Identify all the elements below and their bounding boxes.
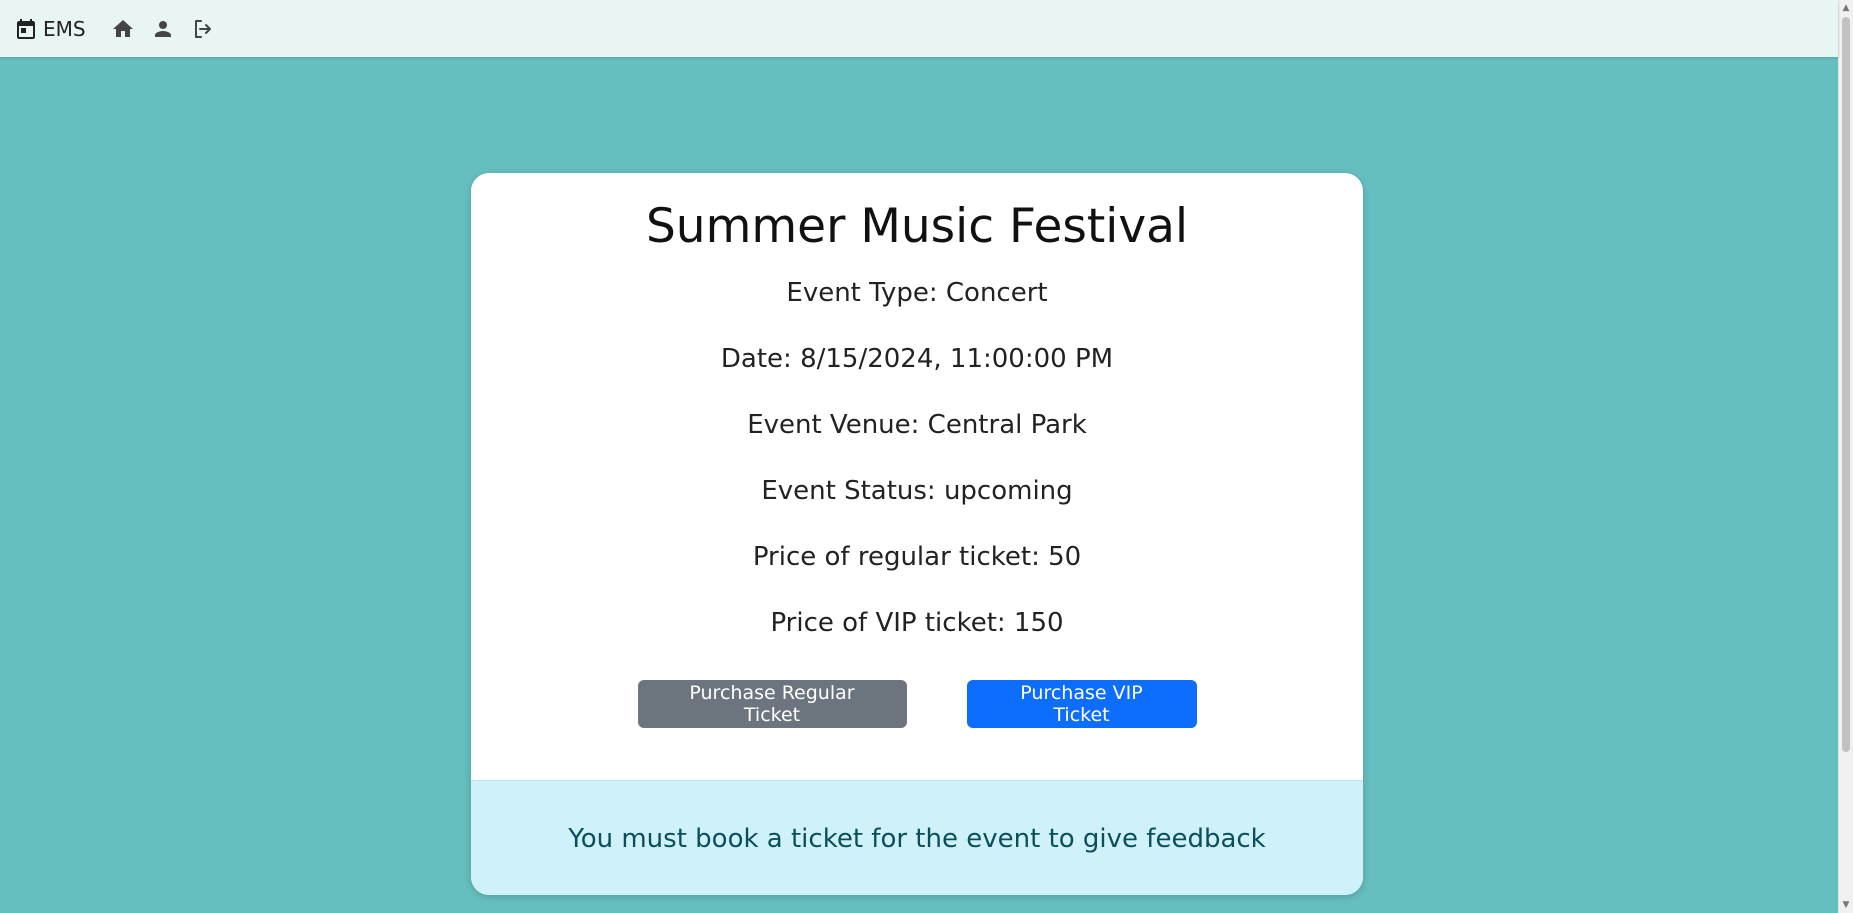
- logout-icon: [194, 19, 211, 38]
- event-venue: Event Venue: Central Park: [747, 410, 1087, 441]
- home-icon: [112, 19, 133, 37]
- event-title: Summer Music Festival: [645, 199, 1189, 254]
- event-card: Summer Music Festival Event Type: Concer…: [471, 173, 1363, 895]
- event-status: Event Status: upcoming: [761, 476, 1073, 507]
- purchase-vip-ticket-button[interactable]: Purchase VIP Ticket: [966, 680, 1197, 729]
- event-type: Event Type: Concert: [786, 278, 1048, 309]
- feedback-message: You must book a ticket for the event to …: [568, 823, 1266, 854]
- navbar: EMS: [0, 0, 1838, 57]
- purchase-actions: Purchase Regular Ticket Purchase VIP Tic…: [471, 680, 1363, 729]
- regular-ticket-price: Price of regular ticket: 50: [752, 542, 1082, 573]
- scrollbar-thumb[interactable]: [1842, 17, 1850, 752]
- event-date: Date: 8/15/2024, 11:00:00 PM: [720, 344, 1114, 375]
- logout-link[interactable]: [188, 14, 218, 44]
- profile-link[interactable]: [148, 14, 178, 44]
- event-details: Summer Music Festival Event Type: Concer…: [471, 173, 1363, 729]
- calendar-icon: [17, 18, 35, 39]
- vip-ticket-price: Price of VIP ticket: 150: [770, 608, 1064, 639]
- scroll-up-arrow-icon[interactable]: ▲: [1839, 0, 1853, 16]
- brand-link[interactable]: EMS: [14, 17, 86, 41]
- purchase-regular-ticket-button[interactable]: Purchase Regular Ticket: [637, 680, 907, 729]
- page-scrollbar[interactable]: ▲ ▼: [1838, 0, 1853, 913]
- brand-label: EMS: [43, 16, 86, 41]
- feedback-alert: You must book a ticket for the event to …: [471, 780, 1363, 895]
- person-icon: [154, 20, 171, 37]
- home-link[interactable]: [108, 14, 138, 44]
- scroll-down-arrow-icon[interactable]: ▼: [1839, 897, 1853, 913]
